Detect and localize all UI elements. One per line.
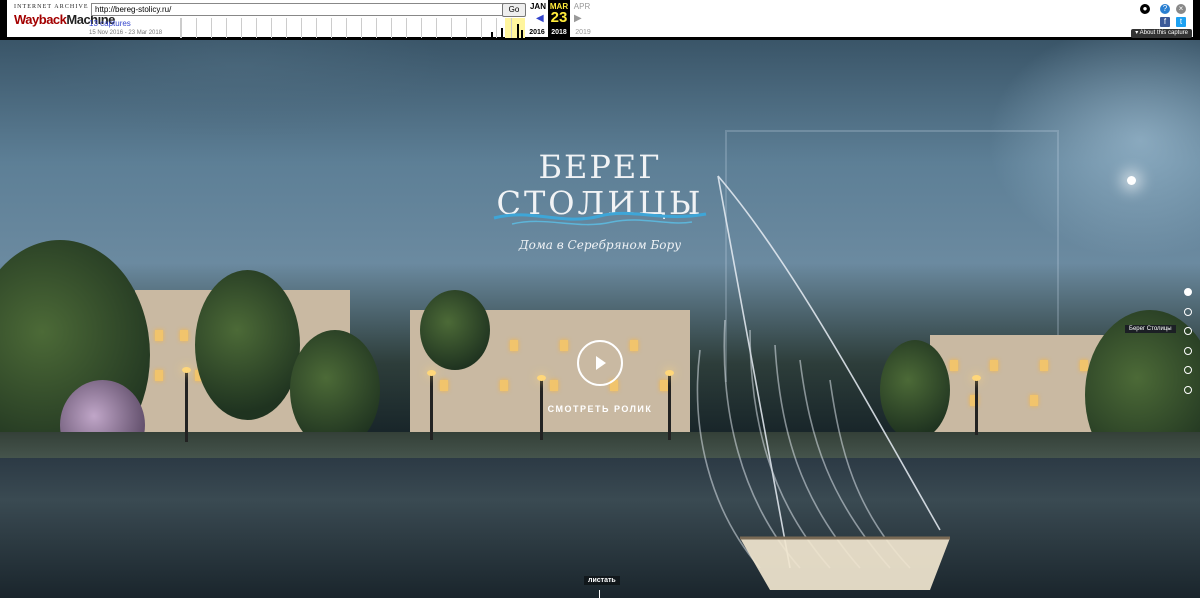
- sparkline-tick: [361, 18, 362, 38]
- user-icon[interactable]: ●: [1140, 4, 1150, 14]
- next-year: 2019: [575, 29, 591, 36]
- scroll-indicator-line: [599, 590, 600, 598]
- sparkline-tick: [226, 18, 227, 38]
- fountain-sculpture: [696, 175, 950, 590]
- captures-link[interactable]: 13 captures: [89, 19, 131, 28]
- sparkline-tick: [436, 18, 437, 38]
- play-video-button[interactable]: [577, 340, 623, 386]
- side-nav-dot[interactable]: [1184, 366, 1192, 374]
- prev-year[interactable]: 2016: [526, 29, 548, 36]
- sparkline-tick: [466, 18, 467, 38]
- sparkline-tick: [421, 18, 422, 38]
- capture-mark: [501, 28, 503, 38]
- next-capture-arrow-icon: ▶: [574, 13, 582, 24]
- side-nav-dot[interactable]: [1184, 347, 1192, 355]
- sparkline-tick: [196, 18, 197, 38]
- sparkline-tick: [511, 18, 512, 38]
- sparkline-tick: [451, 18, 452, 38]
- side-nav-dot[interactable]: [1184, 386, 1192, 394]
- prev-capture-arrow-icon[interactable]: ◀: [536, 13, 544, 24]
- tree: [195, 270, 300, 420]
- sparkline-tick: [181, 18, 182, 38]
- logo-internet-archive: INTERNET ARCHIVE: [14, 4, 89, 10]
- watch-video-link[interactable]: СМОТРЕТЬ РОЛИК: [0, 404, 1200, 414]
- capture-sparkline[interactable]: [180, 18, 526, 38]
- brand-wave-icon: [493, 211, 707, 226]
- current-day: 23: [550, 9, 568, 26]
- go-button[interactable]: Go: [502, 3, 526, 17]
- url-input[interactable]: http://bereg-stolicy.ru/: [91, 3, 505, 16]
- help-icon[interactable]: ?: [1160, 4, 1170, 14]
- hero-section: Берег Столицы: [0, 40, 1200, 598]
- sparkline-tick: [391, 18, 392, 38]
- wayback-toolbar: INTERNET ARCHIVE WaybackMachine http://b…: [0, 0, 1200, 40]
- sparkline-tick: [346, 18, 347, 38]
- current-year: 2018: [551, 29, 567, 36]
- side-nav-dot[interactable]: [1184, 327, 1192, 335]
- prev-month[interactable]: JAN: [528, 2, 548, 11]
- hero-subtitle: Дома в Серебряном Бору: [518, 238, 682, 252]
- about-capture-label: About this capture: [1139, 30, 1188, 36]
- sparkline-tick: [241, 18, 242, 38]
- sparkline-tick: [406, 18, 407, 38]
- capture-mark: [491, 32, 493, 38]
- tree: [420, 290, 490, 370]
- side-nav-dot[interactable]: [1184, 308, 1192, 316]
- sparkline-tick: [316, 18, 317, 38]
- sparkline-tick: [301, 18, 302, 38]
- sparkline-tick: [286, 18, 287, 38]
- nav-tooltip: Берег Столицы: [1125, 325, 1176, 333]
- side-nav-dot[interactable]: [1184, 288, 1192, 296]
- sparkline-tick: [331, 18, 332, 38]
- sparkline-tick: [271, 18, 272, 38]
- capture-mark: [517, 24, 519, 38]
- close-icon[interactable]: ×: [1176, 4, 1186, 14]
- brand-line-1: БЕРЕГ: [538, 148, 662, 186]
- sparkline-tick: [211, 18, 212, 38]
- sparkline-tick: [496, 18, 497, 38]
- sparkline-tick: [376, 18, 377, 38]
- twitter-icon[interactable]: t: [1176, 17, 1186, 27]
- sparkline-tick: [481, 18, 482, 38]
- facebook-icon[interactable]: f: [1160, 17, 1170, 27]
- capture-mark: [521, 30, 523, 38]
- about-capture-button[interactable]: ▾ About this capture: [1131, 29, 1192, 38]
- wayback-logo[interactable]: INTERNET ARCHIVE WaybackMachine: [14, 4, 115, 34]
- captures-range: 15 Nov 2016 - 23 Mar 2018: [89, 30, 163, 36]
- logo-wayback: Wayback: [14, 12, 67, 27]
- next-month: APR: [573, 2, 591, 11]
- scroll-hint[interactable]: листать: [584, 576, 620, 585]
- sparkline-tick: [256, 18, 257, 38]
